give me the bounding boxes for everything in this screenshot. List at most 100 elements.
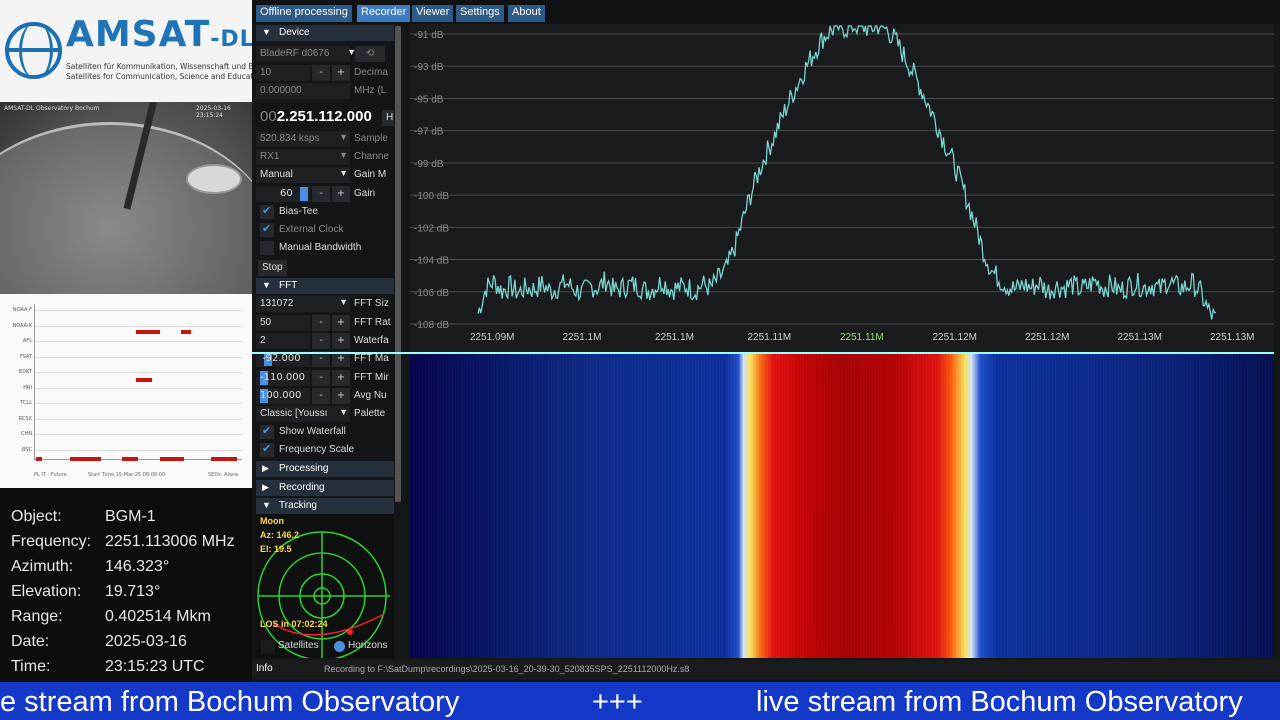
slider-value: 60 — [280, 188, 293, 199]
avg-num-label: Avg Nu — [354, 390, 387, 401]
horizons-radio[interactable] — [334, 641, 345, 652]
fft-x-tick-label: 2251.12M — [1025, 332, 1069, 343]
schedule-bar — [211, 457, 237, 461]
fft-size-select[interactable]: 131072 ▼ — [256, 296, 350, 312]
stop-button[interactable]: Stop — [258, 260, 287, 276]
fft-plot[interactable]: -91 dB -93 dB -95 dB -97 dB -99 dB -100 dB -10… — [410, 24, 1274, 352]
field-value: 10 — [260, 67, 272, 78]
slider-value: -92.000 — [262, 353, 301, 364]
schedule-row-label: FSAT — [19, 353, 32, 360]
schedule-row-label: AFL — [22, 338, 32, 344]
schedule-grid — [34, 304, 242, 460]
fft-min-minus-button[interactable]: - — [312, 370, 330, 386]
waterfall-display[interactable] — [410, 354, 1274, 658]
recording-section-header[interactable]: ▶ Recording — [256, 480, 394, 496]
control-panel: ▼ Device BladeRF d0676 ▼ ⟲ 10 - + Decima 0… — [256, 24, 394, 658]
bias-tee-checkbox[interactable]: ✔ — [260, 204, 274, 219]
check-icon: ✔ — [262, 442, 272, 455]
decimation-plus-button[interactable]: + — [332, 65, 350, 81]
fft-y-tick-label: -91 dB — [414, 30, 444, 41]
tab-about[interactable]: About — [508, 5, 545, 22]
amsat-logo: AMSAT-DL Satelliten für Kommunikation, W… — [0, 0, 252, 102]
fft-x-tick-label: 2251.13M — [1118, 332, 1162, 343]
channel-select[interactable]: RX1 ▼ — [256, 149, 350, 165]
info-row-azimuth: Azimuth: 146.323° — [11, 558, 251, 583]
fft-y-tick-label: -95 dB — [414, 94, 444, 105]
satellites-label: Satellites — [278, 640, 319, 651]
waterfall-rate-input[interactable]: 2 — [256, 333, 310, 349]
avg-num-slider[interactable]: 100.000 — [256, 388, 310, 404]
frequency-scale-checkbox[interactable]: ✔ — [260, 442, 274, 457]
control-panel-scrollbar[interactable] — [395, 26, 401, 502]
processing-section-header[interactable]: ▶ Processing — [256, 461, 394, 477]
show-waterfall-checkbox[interactable]: ✔ — [260, 424, 274, 439]
fft-section-header[interactable]: ▼ FFT — [256, 278, 394, 294]
gain-mode-select[interactable]: Manual ▼ — [256, 167, 350, 183]
gain-slider[interactable]: 60 — [256, 186, 310, 202]
tab-offline-processing[interactable]: Offline processing — [256, 5, 352, 22]
field-value: Manual — [260, 169, 293, 180]
info-key: Elevation: — [11, 583, 82, 600]
external-clock-checkbox[interactable]: ✔ — [260, 222, 274, 237]
tracking-section-header[interactable]: ▼ Tracking — [256, 498, 394, 514]
schedule-bar — [181, 330, 191, 334]
tracking-object: Moon — [260, 516, 284, 526]
schedule-row-label: EDKT — [19, 369, 32, 375]
section-title: Processing — [279, 463, 329, 474]
slider-knob[interactable] — [300, 187, 308, 201]
fft-x-tick-label: 2251.09M — [470, 332, 514, 343]
satellites-radio[interactable] — [261, 640, 275, 654]
tab-viewer[interactable]: Viewer — [412, 5, 454, 22]
scrollbar-thumb[interactable] — [395, 26, 401, 502]
gain-plus-button[interactable]: + — [332, 186, 350, 202]
waterfall-plus-button[interactable]: + — [332, 333, 350, 349]
fft-rate-input[interactable]: 50 — [256, 315, 310, 331]
fft-min-label: FFT Mir — [354, 372, 389, 383]
info-bar: Info Recording to F:\SatDump\recordings\… — [252, 660, 1280, 679]
schedule-bar — [122, 457, 138, 461]
waterfall-noise-overlay — [410, 354, 1274, 658]
waterfall-minus-button[interactable]: - — [312, 333, 330, 349]
fft-min-slider[interactable]: -110.000 — [256, 370, 310, 386]
freq-main: 2.251.112.000 — [276, 108, 372, 125]
schedule-bar — [136, 330, 160, 334]
schedule-row-label: BSC — [21, 446, 32, 453]
fft-y-tick-label: -104 dB — [414, 256, 449, 267]
device-select[interactable]: BladeRF d0676 ▼ — [256, 46, 356, 62]
info-value: 23:15:23 UTC — [105, 658, 205, 675]
show-waterfall-label: Show Waterfall — [279, 426, 346, 437]
satdump-window: Offline processing Recorder Viewer Setti… — [252, 0, 1280, 682]
fft-rate-plus-button[interactable]: + — [332, 315, 350, 331]
bias-tee-label: Bias-Tee — [279, 206, 318, 217]
info-row-object: Object: BGM-1 — [11, 508, 251, 533]
manual-bandwidth-checkbox[interactable] — [260, 241, 274, 255]
avg-plus-button[interactable]: + — [332, 388, 350, 404]
channel-label: Channe — [354, 151, 390, 162]
fft-min-plus-button[interactable]: + — [332, 370, 350, 386]
frequency-display[interactable]: 002.251.112.000 — [260, 108, 372, 125]
samplerate-select[interactable]: 520.834 ksps ▼ — [256, 131, 350, 147]
decimation-input[interactable]: 10 — [256, 65, 310, 81]
gain-minus-button[interactable]: - — [312, 186, 330, 202]
palette-select[interactable]: Classic [Youssı ▼ — [256, 406, 350, 422]
avg-minus-button[interactable]: - — [312, 388, 330, 404]
fft-y-tick-label: -106 dB — [414, 288, 449, 299]
satellite-position-marker — [347, 629, 353, 635]
section-title: Tracking — [279, 500, 317, 511]
stream-overlay-column: AMSAT-DL Satelliten für Kommunikation, W… — [0, 0, 252, 682]
tab-recorder[interactable]: Recorder — [357, 5, 411, 22]
logo-subtitle-2: Satellites for Communication, Science an… — [66, 72, 252, 81]
fft-rate-minus-button[interactable]: - — [312, 315, 330, 331]
section-title: Device — [279, 27, 310, 38]
decimation-minus-button[interactable]: - — [312, 65, 330, 81]
fft-y-tick-label: -99 dB — [414, 159, 444, 170]
samplerate-label: Sample — [354, 133, 388, 144]
check-icon: ✔ — [262, 222, 272, 235]
tab-settings[interactable]: Settings — [456, 5, 504, 22]
offset-input[interactable]: 0.000000 — [256, 83, 350, 99]
device-section-header[interactable]: ▼ Device — [256, 25, 394, 41]
refresh-icon[interactable]: ⟲ — [355, 46, 385, 62]
gain-mode-label: Gain M — [354, 169, 387, 180]
ticker-text-1: e stream from Bochum Observatory — [0, 686, 460, 718]
expand-arrow-icon: ▶ — [262, 482, 269, 492]
